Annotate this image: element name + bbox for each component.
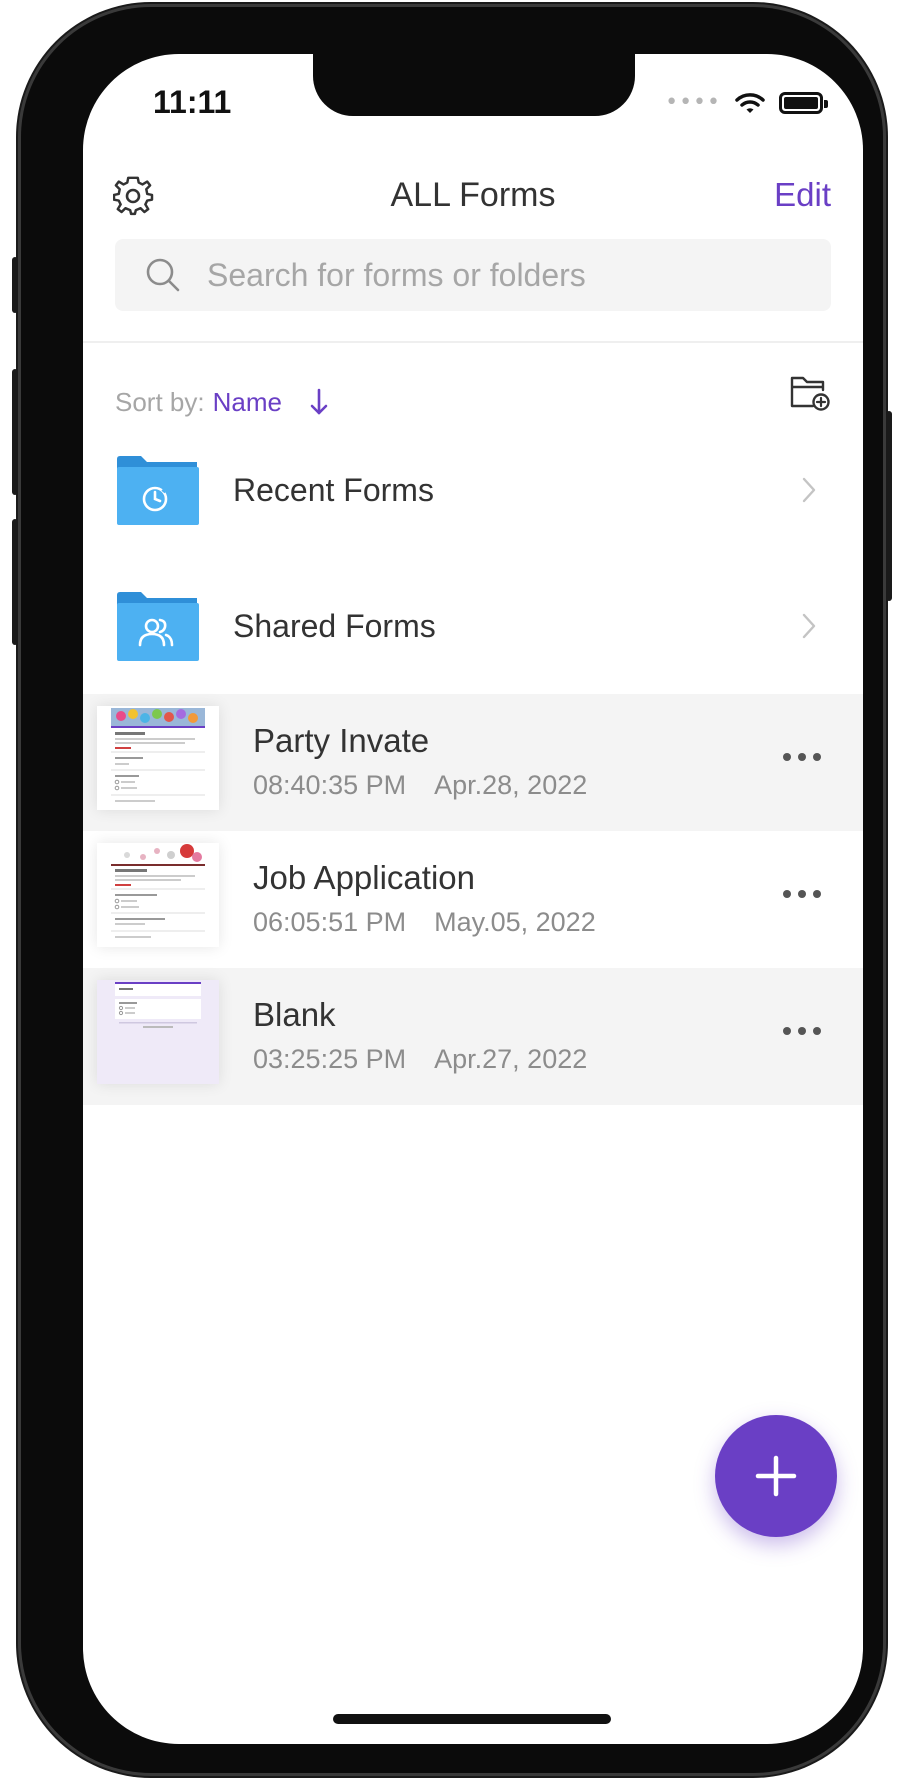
volume-down-button xyxy=(12,519,18,645)
sort-bar: Sort by: Name xyxy=(115,376,831,424)
power-button xyxy=(886,411,892,601)
form-meta: 06:05:51 PM May.05, 2022 xyxy=(253,907,596,938)
status-icons: •••• xyxy=(665,90,828,115)
sort-field-button[interactable]: Name xyxy=(213,387,282,418)
form-row[interactable]: Blank 03:25:25 PM Apr.27, 2022 xyxy=(83,968,863,1105)
notch xyxy=(313,54,635,116)
search-icon xyxy=(143,255,183,295)
plus-icon xyxy=(755,1455,797,1497)
folder-row-recent[interactable]: Recent Forms xyxy=(83,422,863,558)
volume-up-button xyxy=(12,369,18,495)
form-thumbnail xyxy=(97,843,219,947)
form-row[interactable]: Party Invate 08:40:35 PM Apr.28, 2022 xyxy=(83,694,863,831)
form-thumbnail xyxy=(97,980,219,1084)
edit-button[interactable]: Edit xyxy=(774,176,831,214)
folder-label: Shared Forms xyxy=(233,607,436,644)
form-time: 06:05:51 PM xyxy=(253,907,407,937)
search-bar[interactable] xyxy=(115,239,831,311)
more-options-button[interactable] xyxy=(781,750,823,764)
wifi-icon xyxy=(735,92,765,113)
form-date: Apr.27, 2022 xyxy=(434,1044,588,1074)
form-meta: 08:40:35 PM Apr.28, 2022 xyxy=(253,770,587,801)
form-meta: 03:25:25 PM Apr.27, 2022 xyxy=(253,1044,587,1075)
form-time: 08:40:35 PM xyxy=(253,770,407,800)
nav-header: ALL Forms Edit xyxy=(83,164,863,244)
form-time: 03:25:25 PM xyxy=(253,1044,407,1074)
app-screen: 11:11 •••• ALL Forms Edit Search for for… xyxy=(83,54,863,1744)
sort-label: Sort by: xyxy=(115,386,205,417)
status-time: 11:11 xyxy=(153,84,232,120)
form-title: Party Invate xyxy=(253,722,430,759)
folder-icon xyxy=(115,591,199,661)
form-thumbnail xyxy=(97,706,219,810)
signal-icon: •••• xyxy=(665,90,721,115)
chevron-right-icon xyxy=(801,476,817,504)
page-title: ALL Forms xyxy=(390,176,556,214)
more-horizontal-icon xyxy=(783,753,821,761)
folder-label: Recent Forms xyxy=(233,471,434,508)
more-options-button[interactable] xyxy=(781,887,823,901)
folder-add-icon xyxy=(790,376,830,411)
phone-frame: 11:11 •••• ALL Forms Edit Search for for… xyxy=(12,7,892,1773)
form-title: Blank xyxy=(253,996,336,1033)
form-title: Job Application xyxy=(253,859,475,896)
more-horizontal-icon xyxy=(783,1027,821,1035)
form-row[interactable]: Job Application 06:05:51 PM May.05, 2022 xyxy=(83,831,863,968)
battery-icon xyxy=(779,91,828,114)
home-indicator[interactable] xyxy=(333,1714,611,1724)
chevron-right-icon xyxy=(801,612,817,640)
search-input[interactable] xyxy=(207,256,747,294)
add-form-button[interactable] xyxy=(715,1415,837,1537)
sort-direction-icon[interactable] xyxy=(308,387,330,417)
form-date: May.05, 2022 xyxy=(434,907,596,937)
more-horizontal-icon xyxy=(783,890,821,898)
form-date: Apr.28, 2022 xyxy=(434,770,588,800)
header-divider xyxy=(83,341,863,343)
folder-icon xyxy=(115,455,199,525)
new-folder-button[interactable] xyxy=(789,370,831,412)
mute-switch xyxy=(12,257,18,313)
more-options-button[interactable] xyxy=(781,1024,823,1038)
folder-row-shared[interactable]: Shared Forms xyxy=(83,558,863,694)
